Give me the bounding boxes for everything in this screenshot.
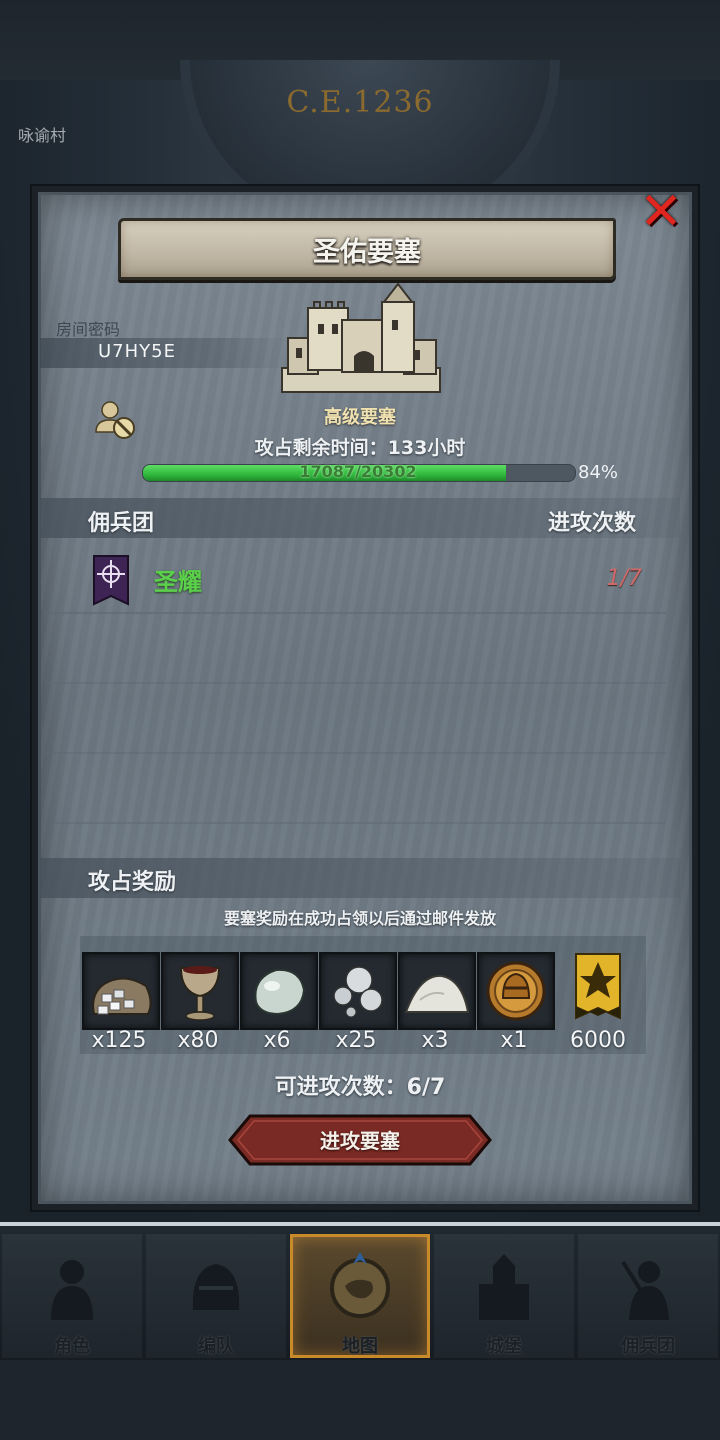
guild-emblem-icon: [93, 555, 129, 606]
nav-label-map: 地图: [342, 1336, 378, 1357]
castle-icon: [281, 282, 441, 393]
nav-label-castle: 城堡: [486, 1336, 522, 1357]
village-label: 咏谕村: [18, 126, 67, 145]
close-icon: ✕: [639, 182, 683, 242]
fortress-tier: 高级要塞: [324, 407, 396, 428]
gem-stone-icon: [254, 968, 306, 1016]
empty-guild-row: [44, 614, 666, 684]
reward-item-pearls[interactable]: [319, 952, 397, 1030]
fortress-title: 圣佑要塞: [313, 236, 421, 268]
nav-label-formation: 编队: [198, 1336, 234, 1357]
room-code[interactable]: U7HY5E: [98, 341, 176, 362]
attacks-column-header: 进攻次数: [548, 511, 637, 536]
nav-label-mercenary: 佣兵团: [621, 1336, 675, 1357]
reward-item-silver-ore[interactable]: [82, 952, 160, 1030]
empty-guild-row: [44, 754, 666, 824]
salt-pile-icon: [404, 974, 470, 1013]
rewards-title: 攻占奖励: [88, 870, 177, 895]
goblet-icon: [179, 966, 221, 1021]
helmet-icon: [192, 1264, 240, 1310]
title-banner: 圣佑要塞: [118, 218, 616, 280]
time-remaining: 攻占剩余时间：133小时: [254, 437, 466, 459]
reward-qty: x80: [177, 1028, 219, 1053]
silver-ore-sack-icon: [92, 977, 152, 1015]
knight-icon: [51, 1260, 93, 1320]
reward-qty: x3: [421, 1028, 449, 1053]
reward-note: 要塞奖励在成功占领以后通过邮件发放: [223, 909, 496, 928]
reward-qty: 6000: [570, 1028, 626, 1053]
bottom-strip: [0, 1360, 720, 1440]
reward-item-gem[interactable]: [240, 952, 318, 1030]
capture-progress-text: 17087/20302: [299, 462, 417, 481]
remaining-attacks: 可进攻次数：6/7: [274, 1075, 446, 1100]
room-code-label: 房间密码: [56, 320, 121, 339]
warrior-icon: [621, 1260, 669, 1320]
castle-nav-icon: [479, 1254, 529, 1320]
reward-item-goblet[interactable]: [161, 952, 239, 1030]
reward-item-helmet-coin[interactable]: [477, 952, 555, 1030]
guild-name: 圣耀: [154, 568, 202, 596]
guild-attack-count: 1/7: [606, 566, 642, 591]
close-button[interactable]: ✕: [636, 186, 686, 238]
reward-qty: x125: [91, 1028, 147, 1053]
reward-qty: x6: [263, 1028, 291, 1053]
guild-column-header: 佣兵团: [88, 511, 155, 536]
era-label: C.E.1236: [286, 85, 434, 120]
map-compass-icon: [330, 1252, 390, 1318]
gold-banner-icon[interactable]: [572, 952, 624, 1026]
pearls-icon: [333, 966, 383, 1018]
reward-qty: x25: [335, 1028, 377, 1053]
capture-progress-percent: 84%: [578, 462, 619, 483]
empty-guild-row: [44, 684, 666, 754]
nav-label-character: 角色: [54, 1336, 90, 1357]
knight-helmet-coin-icon: [486, 961, 546, 1021]
attack-fortress-label: 进攻要塞: [320, 1129, 400, 1153]
reward-item-salt[interactable]: [398, 952, 476, 1030]
reward-qty: x1: [500, 1028, 528, 1053]
